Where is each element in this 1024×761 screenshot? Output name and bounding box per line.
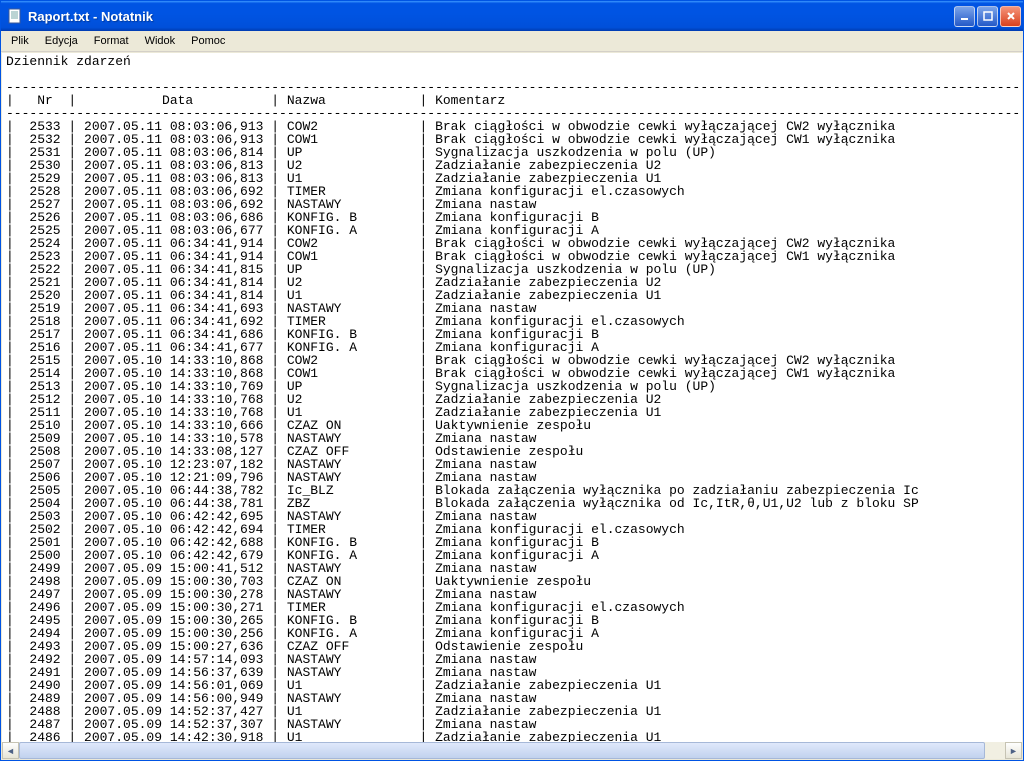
text-area[interactable]: Dziennik zdarzeń -----------------------…	[2, 53, 1022, 759]
menubar: Plik Edycja Format Widok Pomoc	[1, 31, 1023, 52]
window-controls	[954, 6, 1021, 27]
menu-format[interactable]: Format	[86, 33, 137, 49]
notepad-window: Raport.txt - Notatnik Plik Edycja Format…	[0, 0, 1024, 761]
scroll-thumb[interactable]	[19, 742, 985, 759]
text-area-container: Dziennik zdarzeń -----------------------…	[2, 53, 1022, 759]
minimize-button[interactable]	[954, 6, 975, 27]
scroll-left-button[interactable]: ◄	[2, 742, 19, 759]
titlebar[interactable]: Raport.txt - Notatnik	[1, 1, 1023, 31]
maximize-button[interactable]	[977, 6, 998, 27]
scroll-track[interactable]	[19, 742, 1005, 759]
menu-pomoc[interactable]: Pomoc	[183, 33, 233, 49]
scroll-right-button[interactable]: ►	[1005, 742, 1022, 759]
horizontal-scrollbar[interactable]: ◄ ►	[2, 742, 1022, 759]
window-title: Raport.txt - Notatnik	[28, 9, 954, 24]
menu-edycja[interactable]: Edycja	[37, 33, 86, 49]
menu-plik[interactable]: Plik	[3, 33, 37, 49]
notepad-icon	[7, 8, 23, 24]
close-button[interactable]	[1000, 6, 1021, 27]
menu-widok[interactable]: Widok	[137, 33, 184, 49]
